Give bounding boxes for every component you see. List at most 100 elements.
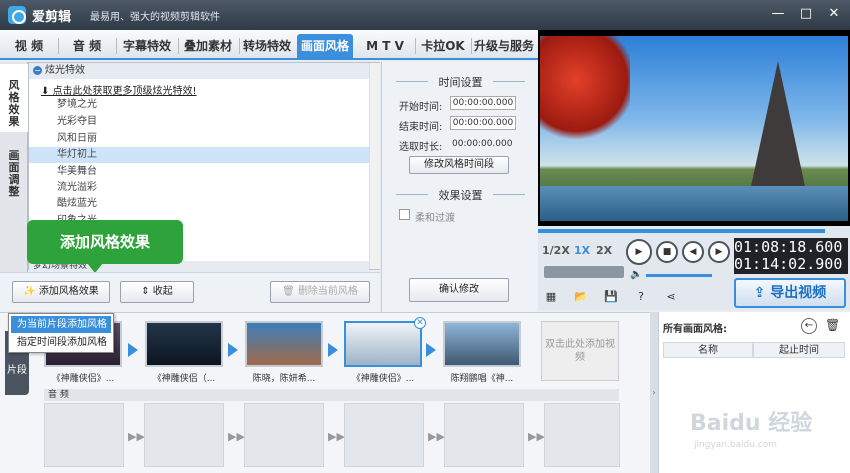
- close-button[interactable]: ✕: [825, 5, 843, 23]
- list-scrollbar[interactable]: [369, 63, 380, 269]
- next-frame-icon[interactable]: ▶: [708, 241, 730, 263]
- add-style-time-range[interactable]: 指定时间段添加风格: [11, 334, 111, 351]
- side-tabs: 风格效果 画面调整: [0, 62, 28, 272]
- collapse-button[interactable]: ⇕ 收起: [120, 281, 194, 303]
- arrow-icon: [426, 343, 436, 357]
- effect-settings-title: 效果设置: [438, 189, 483, 202]
- add-style-label: 添加风格效果: [38, 286, 99, 297]
- clip-3[interactable]: 陈晓，陈妍希...: [245, 321, 323, 391]
- video-preview[interactable]: [538, 30, 850, 226]
- tab-transition-effects[interactable]: 转场特效: [240, 36, 294, 56]
- audio-slot[interactable]: [244, 403, 324, 467]
- audio-slot[interactable]: [444, 403, 524, 467]
- clip-4-selected[interactable]: ✕ 《神雕侠侣》...: [344, 317, 426, 391]
- audio-slot[interactable]: [344, 403, 424, 467]
- effect-item[interactable]: 华美舞台: [29, 164, 369, 180]
- clip-2[interactable]: 《神雕侠侣（...: [145, 321, 223, 391]
- tab-mtv[interactable]: M T V: [358, 36, 412, 56]
- tab-separator: [58, 38, 59, 54]
- volume-slider[interactable]: [646, 274, 712, 277]
- tower-shape: [750, 61, 806, 191]
- tab-karaoke[interactable]: 卡拉OK: [418, 36, 468, 56]
- promo-link[interactable]: ⬇ 点击此处获取更多顶级炫光特效!: [41, 82, 197, 97]
- playback-progress-bar[interactable]: [538, 226, 850, 236]
- panel-collapse-toggle[interactable]: ›: [650, 312, 658, 473]
- effect-item[interactable]: 酷炫蓝光: [29, 196, 369, 212]
- audio-slot[interactable]: [544, 403, 620, 467]
- column-time-range: 起止时间: [753, 342, 845, 358]
- soft-transition-checkbox[interactable]: [399, 209, 410, 220]
- clip-title: 陈翔鹏唱《神...: [450, 374, 514, 384]
- minimize-button[interactable]: —: [769, 5, 787, 23]
- help-icon[interactable]: ?: [634, 290, 648, 304]
- clip-title: 《神雕侠侣（...: [152, 374, 216, 384]
- stop-icon[interactable]: ■: [656, 241, 678, 263]
- trash-icon: 🗑: [282, 286, 298, 297]
- title-bar: 爱剪辑 最易用、强大的视频剪辑软件 — □ ✕: [0, 0, 850, 30]
- audio-track-header: 音 频: [44, 389, 619, 401]
- trash-icon[interactable]: 🗑: [825, 318, 840, 332]
- tab-picture-adjust-label: 画面调整: [8, 149, 20, 198]
- effect-item[interactable]: 光彩夺目: [29, 114, 369, 130]
- clip-5[interactable]: 陈翔鹏唱《神...: [443, 321, 521, 391]
- tab-video[interactable]: 视 频: [6, 36, 52, 56]
- clip-title: 《神雕侠侣》...: [351, 374, 415, 384]
- speed-double[interactable]: 2X: [596, 244, 612, 257]
- remove-clip-icon[interactable]: ✕: [414, 317, 426, 329]
- duration-label: 选取时长:: [399, 142, 443, 153]
- progress-fill: [538, 229, 826, 233]
- back-icon[interactable]: ←: [801, 318, 817, 334]
- arrow-icon: [328, 343, 338, 357]
- arrow-icon: ▶▶: [528, 430, 545, 443]
- save-icon[interactable]: 💾: [604, 290, 618, 304]
- play-icon[interactable]: ▶: [626, 239, 652, 265]
- effect-item[interactable]: 流光溢彩: [29, 180, 369, 196]
- tab-picture-style[interactable]: 画面风格: [297, 34, 353, 58]
- maximize-button[interactable]: □: [797, 5, 815, 23]
- speed-half[interactable]: 1/2X: [542, 244, 570, 257]
- effect-item[interactable]: 梦境之光: [29, 97, 369, 113]
- effects-group-title: 炫光特效: [45, 65, 85, 76]
- start-time-input[interactable]: 00:00:00.000: [450, 96, 516, 110]
- audio-slot[interactable]: [144, 403, 224, 467]
- main-tabs: 视 频 音 频 字幕特效 叠加素材 转场特效 画面风格 M T V 卡拉OK 升…: [0, 30, 538, 60]
- arrow-icon: ▶▶: [428, 430, 445, 443]
- share-icon[interactable]: ⋖: [664, 290, 678, 304]
- tree-shape: [540, 36, 630, 146]
- effects-group-header[interactable]: − 炫光特效: [29, 63, 369, 79]
- collapse-label: 收起: [152, 286, 173, 297]
- start-time-label: 开始时间:: [399, 102, 443, 113]
- clip-thumbnail: [443, 321, 521, 367]
- tab-picture-adjust[interactable]: 画面调整: [0, 136, 28, 206]
- confirm-modify-button[interactable]: 确认修改: [409, 278, 509, 302]
- tab-upgrade-service[interactable]: 升级与服务: [473, 36, 535, 56]
- frame-scrubber[interactable]: [544, 266, 624, 278]
- end-time-input[interactable]: 00:00:00.000: [450, 116, 516, 130]
- tab-overlay-material[interactable]: 叠加素材: [181, 36, 235, 56]
- current-time: 01:08:18.600: [734, 238, 843, 256]
- column-name: 名称: [663, 342, 753, 358]
- effect-item-selected[interactable]: 华灯初上: [29, 147, 369, 163]
- speed-normal[interactable]: 1X: [574, 244, 590, 257]
- tab-separator: [415, 38, 416, 54]
- open-folder-icon[interactable]: 📂: [574, 290, 588, 304]
- export-video-button[interactable]: ⇪ 导出视频: [734, 278, 846, 308]
- audio-slot[interactable]: [44, 403, 124, 467]
- arrow-icon: ▶▶: [328, 430, 345, 443]
- effect-item[interactable]: 风和日丽: [29, 131, 369, 147]
- new-project-icon[interactable]: ▦: [544, 290, 558, 304]
- add-video-slot[interactable]: 双击此处添加视频: [541, 321, 619, 381]
- prev-frame-icon[interactable]: ◀: [682, 241, 704, 263]
- tab-style-effects[interactable]: 风格效果: [0, 64, 28, 132]
- volume-icon[interactable]: 🔈: [630, 269, 642, 280]
- tab-audio[interactable]: 音 频: [64, 36, 110, 56]
- modify-style-time-button[interactable]: 修改风格时间段: [409, 156, 509, 174]
- tab-subtitle-effects[interactable]: 字幕特效: [120, 36, 174, 56]
- add-style-current-clip[interactable]: 为当前片段添加风格: [11, 316, 111, 333]
- add-style-button[interactable]: ✨ 添加风格效果: [12, 281, 110, 303]
- end-time-label: 结束时间:: [399, 122, 443, 133]
- tab-separator: [471, 38, 472, 54]
- player-toolbar: ▦ 📂 💾 ? ⋖ ⇪ 导出视频: [538, 278, 850, 310]
- clip-thumbnail: [145, 321, 223, 367]
- delete-style-button[interactable]: 🗑 删除当前风格: [270, 281, 370, 303]
